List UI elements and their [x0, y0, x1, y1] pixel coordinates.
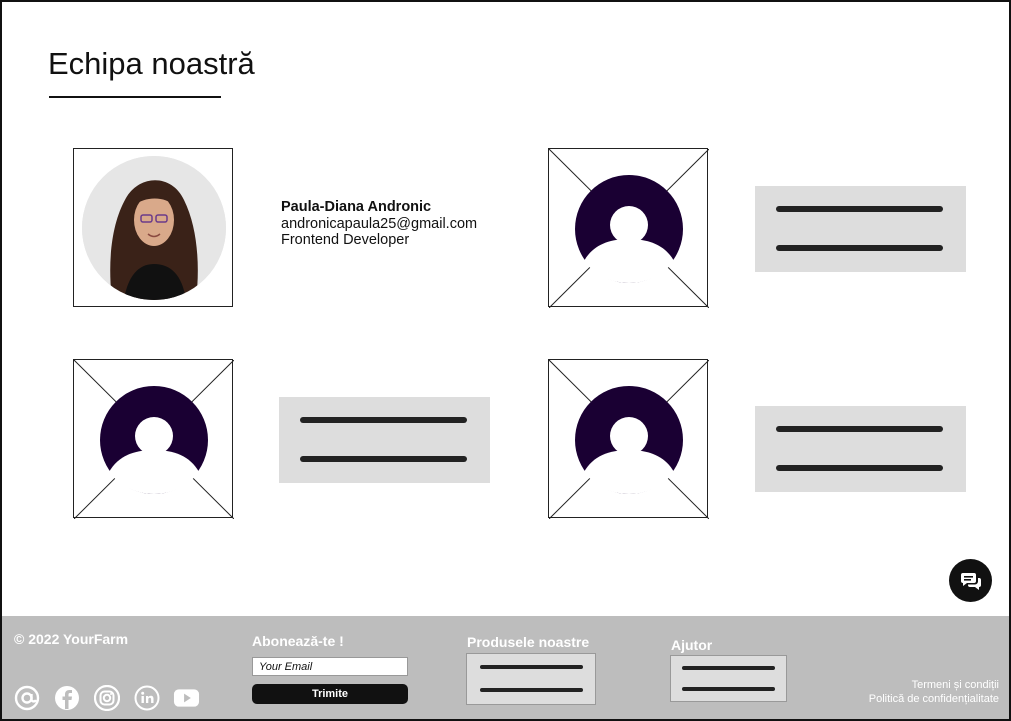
- text-placeholder: [755, 186, 966, 272]
- chat-button[interactable]: [949, 559, 992, 602]
- member-name: Paula-Diana Andronic: [281, 199, 432, 215]
- help-title: Ajutor: [671, 637, 713, 653]
- youtube-icon[interactable]: [173, 684, 200, 711]
- member-info: Paula-Diana Andronic andronicapaula25@gm…: [281, 199, 477, 249]
- image-placeholder: [548, 359, 709, 519]
- subscribe-title: Abonează-te !: [252, 633, 344, 649]
- email-field[interactable]: [252, 657, 408, 676]
- products-links-placeholder: [466, 653, 596, 705]
- legal-links: Termeni și condiții Politică de confiden…: [869, 678, 999, 706]
- user-avatar-icon: [575, 386, 683, 494]
- user-avatar-icon: [100, 386, 208, 494]
- page-frame: Echipa noastră Paula-Diana Andronic andr…: [0, 0, 1011, 721]
- text-placeholder: [279, 397, 490, 483]
- instagram-icon[interactable]: [93, 684, 120, 711]
- user-avatar-icon: [575, 175, 683, 283]
- member-photo: [82, 156, 226, 300]
- products-title: Produsele noastre: [467, 634, 590, 650]
- linkedin-icon[interactable]: [133, 684, 160, 711]
- member-photo-frame: [73, 148, 233, 307]
- title-underline: [49, 96, 221, 98]
- image-placeholder: [548, 148, 709, 308]
- text-placeholder: [755, 406, 966, 492]
- page-title: Echipa noastră: [48, 46, 255, 81]
- facebook-icon[interactable]: [53, 684, 80, 711]
- email-at-icon[interactable]: [13, 684, 40, 711]
- submit-button[interactable]: Trimite: [252, 684, 408, 704]
- social-links: [13, 684, 200, 711]
- footer: © 2022 YourFarm Abonează-te ! Your Email…: [2, 616, 1009, 719]
- privacy-link[interactable]: Politică de confidențialitate: [869, 692, 999, 706]
- terms-link[interactable]: Termeni și condiții: [869, 678, 999, 692]
- member-role: Frontend Developer: [281, 232, 410, 248]
- help-links-placeholder: [670, 655, 787, 702]
- image-placeholder: [73, 359, 234, 519]
- member-email: andronicapaula25@gmail.com: [281, 215, 478, 232]
- copyright: © 2022 YourFarm: [14, 631, 129, 647]
- chat-bubbles-icon: [960, 572, 981, 590]
